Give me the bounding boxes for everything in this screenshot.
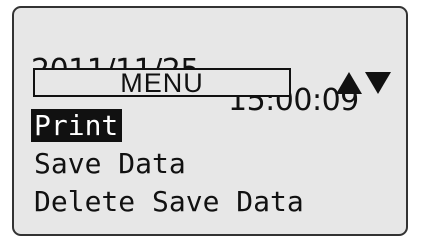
lcd-screen: 2011/11/25 15:00:09 MENU Print Save Data… [0, 0, 422, 245]
menu-item-delete-save-data[interactable]: Delete Save Data [31, 185, 308, 218]
menu-item-save-data[interactable]: Save Data [31, 147, 190, 180]
scroll-indicator [335, 71, 393, 95]
menu-header: MENU [33, 68, 291, 97]
menu-item-print[interactable]: Print [31, 109, 123, 142]
menu-title: MENU [120, 68, 204, 98]
scroll-up-icon[interactable] [335, 71, 363, 95]
scroll-down-icon[interactable] [364, 71, 392, 95]
